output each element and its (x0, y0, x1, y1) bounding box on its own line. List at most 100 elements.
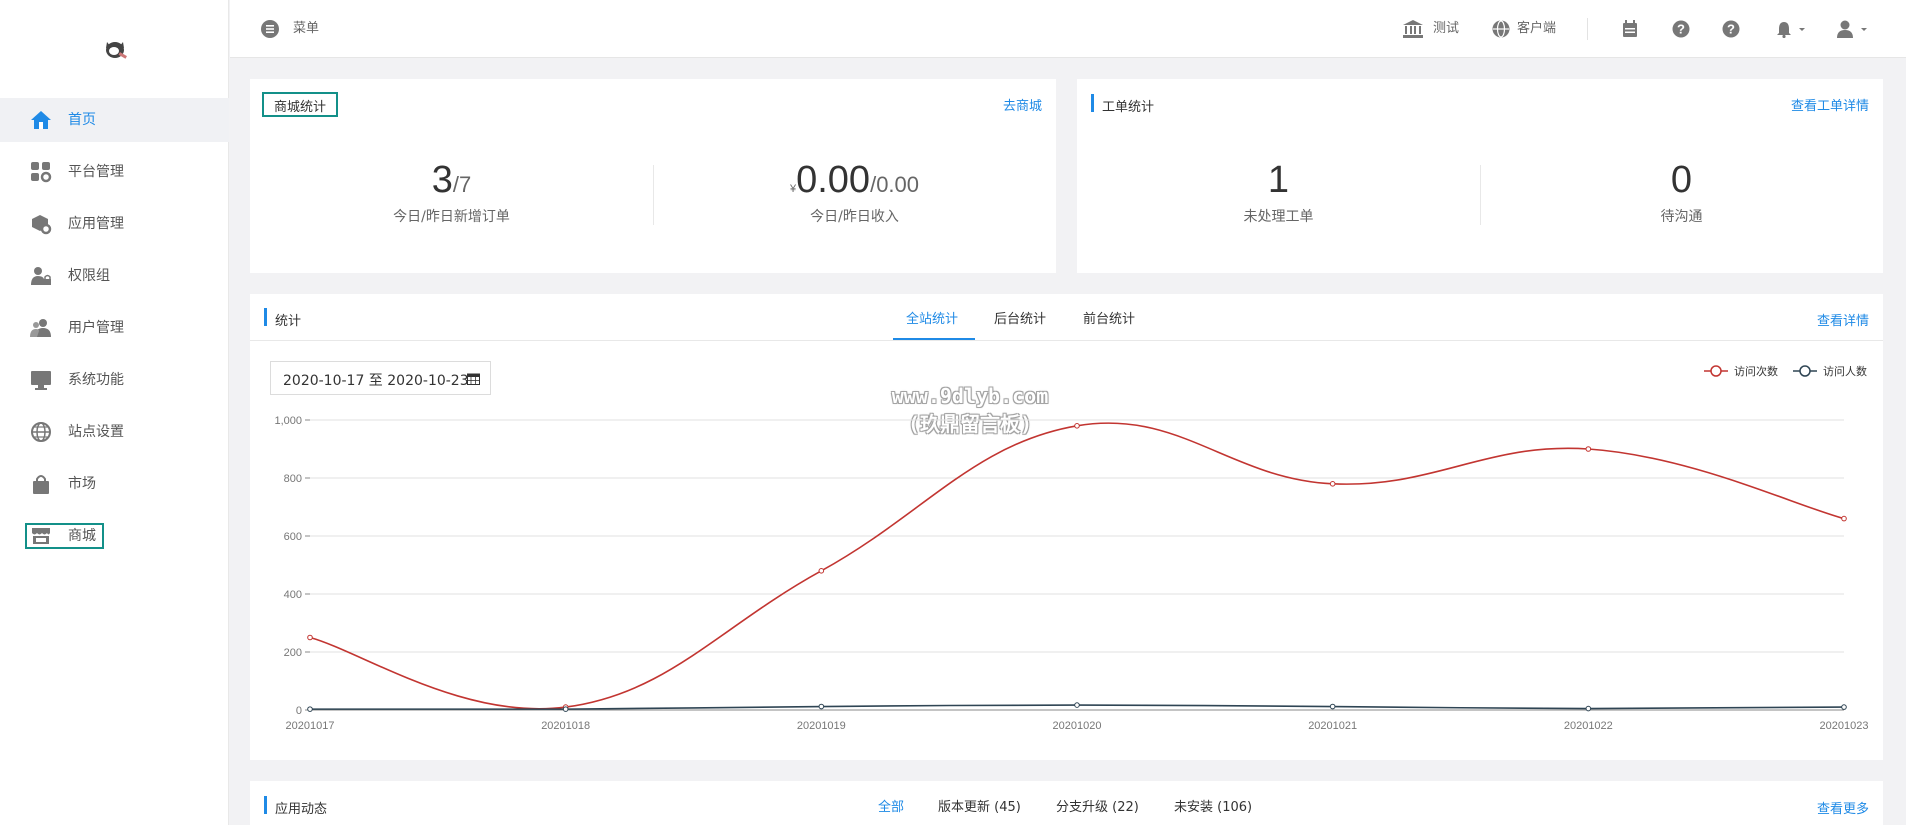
ticket-stats-title: 工单统计 (1102, 100, 1155, 115)
sidebar-item-home[interactable]: 首页 (0, 98, 229, 142)
tab-branch-upgrades[interactable]: 分支升级 (22) (1056, 796, 1139, 815)
x-tick-label: 20201023 (1820, 720, 1869, 732)
data-point (562, 706, 569, 712)
header-divider (1587, 18, 1588, 40)
sidebar-item-permission-group[interactable]: 权限组 (0, 254, 229, 298)
orders-today: 3 (431, 159, 453, 201)
sidebar-item-market[interactable]: 市场 (0, 462, 229, 506)
income-label: 今日/昨日收入 (810, 209, 899, 225)
menu-label[interactable]: 菜单 (293, 0, 319, 58)
client-globe-icon[interactable] (1492, 20, 1510, 38)
mall-stats-title: 商城统计 (274, 100, 327, 115)
y-tick-label: 200 (284, 647, 302, 659)
ticket-stats-card: 工单统计 查看工单详情 1 未处理工单 0 待沟通 (1077, 79, 1883, 273)
sidebar-item-label: 平台管理 (68, 164, 124, 180)
svg-text:?: ? (1727, 22, 1735, 37)
sidebar-item-label: 权限组 (68, 268, 110, 284)
svg-text:?: ? (1677, 22, 1685, 37)
grid-gear-icon (31, 162, 52, 183)
orders-yesterday: /7 (452, 172, 472, 197)
app-activity-card: 应用动态 全部 版本更新 (45) 分支升级 (22) 未安装 (106) 查看… (250, 781, 1883, 825)
store-highlight-box (25, 523, 104, 549)
data-point (1585, 705, 1592, 712)
sidebar: 首页 平台管理 应用管理 权限组 用户管理 系统功能 站点设置 市场 商城 (0, 0, 229, 825)
y-tick-label: 800 (284, 473, 302, 485)
legend-marker (1710, 365, 1722, 377)
sidebar-item-site-settings[interactable]: 站点设置 (0, 410, 229, 454)
legend-marker (1799, 365, 1811, 377)
top-header: 菜单 测试 客户端 ? ? (230, 0, 1906, 58)
title-accent-bar (264, 796, 267, 814)
pending-count: 0 (1670, 159, 1693, 201)
legend-label: 访问次数 (1734, 364, 1778, 378)
visits-line-chart: 0 200 400 600 800 1,000 20201017 20201018 202010… (274, 364, 1869, 732)
bag-icon (33, 475, 49, 494)
home-icon (31, 111, 51, 129)
income-yesterday: /0.00 (870, 172, 920, 197)
test-link[interactable]: 测试 (1433, 0, 1459, 58)
data-point (1329, 481, 1336, 487)
unprocessed-label: 未处理工单 (1243, 209, 1314, 225)
tab-not-installed[interactable]: 未安装 (106) (1174, 796, 1252, 815)
y-tick-label: 400 (284, 589, 302, 601)
sidebar-item-system[interactable]: 系统功能 (0, 358, 229, 402)
data-point (1841, 704, 1847, 710)
tab-version-updates[interactable]: 版本更新 (45) (938, 796, 1021, 815)
orders-value: 3/7 (250, 159, 653, 202)
user-lock-icon (31, 267, 51, 285)
statistics-card: 统计 全站统计 后台统计 前台统计 查看详情 2020-10-17 至 2020… (250, 294, 1883, 760)
cube-gear-icon (32, 215, 52, 235)
data-point (1585, 446, 1592, 452)
orders-label: 今日/昨日新增订单 (393, 209, 510, 225)
y-tick-label: 0 (296, 705, 302, 717)
data-point (307, 706, 313, 712)
data-point (1074, 423, 1080, 429)
sidebar-item-label: 系统功能 (68, 372, 124, 388)
user-avatar-icon[interactable] (1837, 20, 1869, 38)
sidebar-item-platform[interactable]: 平台管理 (0, 150, 229, 194)
client-link[interactable]: 客户端 (1517, 0, 1556, 58)
legend-label: 访问人数 (1823, 365, 1867, 378)
sidebar-item-users[interactable]: 用户管理 (0, 306, 229, 350)
unprocessed-count: 1 (1267, 159, 1290, 201)
sidebar-item-apps[interactable]: 应用管理 (0, 202, 229, 246)
series-line (309, 422, 1845, 710)
logo (106, 42, 127, 59)
data-point (1841, 515, 1847, 522)
mall-stats-card: 商城统计 去商城 3/7 今日/昨日新增订单 ¥0.00/0.00 今日/昨日收… (250, 79, 1056, 273)
x-tick-label: 20201020 (1053, 720, 1102, 732)
globe-icon (31, 422, 51, 442)
sidebar-item-label: 用户管理 (68, 320, 124, 336)
data-point (818, 568, 825, 574)
x-tick-label: 20201018 (541, 720, 590, 732)
bank-icon[interactable] (1403, 20, 1423, 38)
users-icon (30, 319, 51, 337)
calendar-icon[interactable] (1622, 20, 1638, 38)
bell-icon[interactable] (1776, 20, 1806, 38)
pending-label: 待沟通 (1660, 209, 1703, 225)
title-accent-bar (1091, 94, 1094, 112)
x-tick-label: 20201021 (1308, 720, 1357, 732)
data-point (1074, 702, 1080, 708)
sidebar-item-label: 首页 (68, 112, 96, 128)
data-point (1329, 703, 1336, 710)
sidebar-item-label: 站点设置 (68, 424, 124, 440)
x-tick-label: 20201017 (286, 720, 335, 732)
income-value: ¥0.00/0.00 (653, 159, 1056, 202)
help-icon[interactable]: ? (1672, 20, 1690, 38)
y-tick-label: 600 (284, 531, 302, 543)
tab-all[interactable]: 全部 (878, 796, 904, 815)
data-point (307, 634, 313, 641)
income-today: 0.00 (796, 159, 871, 201)
y-tick-label: 1,000 (274, 415, 302, 427)
data-point (818, 703, 825, 710)
help-alt-icon[interactable]: ? (1722, 20, 1740, 38)
go-to-mall-link[interactable]: 去商城 (1003, 95, 1042, 114)
menu-icon[interactable] (261, 20, 279, 38)
sidebar-item-label: 市场 (68, 476, 96, 492)
monitor-icon (31, 371, 51, 390)
view-more-link[interactable]: 查看更多 (1817, 798, 1869, 817)
app-activity-title: 应用动态 (275, 802, 328, 817)
ticket-details-link[interactable]: 查看工单详情 (1791, 95, 1869, 114)
sidebar-item-label: 应用管理 (68, 216, 124, 232)
